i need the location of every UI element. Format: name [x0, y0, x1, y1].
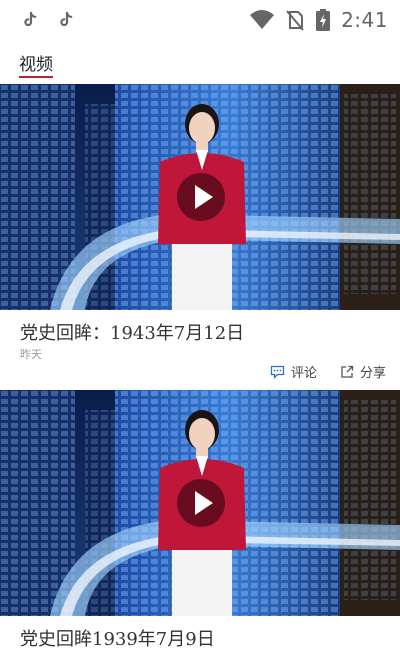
video-title[interactable]: 党史回眸1939年7月9日 — [20, 625, 215, 651]
tiktok-icon — [24, 11, 37, 27]
wifi-icon — [250, 10, 275, 29]
play-icon[interactable] — [176, 478, 226, 528]
tab-videos[interactable]: 视频 — [19, 50, 53, 75]
share-button[interactable]: 分享 — [340, 362, 386, 381]
battery-charging-icon — [316, 9, 331, 31]
no-sim-icon — [286, 10, 304, 31]
play-icon[interactable] — [176, 172, 226, 222]
video-thumbnail[interactable] — [0, 84, 400, 310]
video-thumbnail[interactable] — [0, 390, 400, 616]
comment-label: 评论 — [291, 366, 318, 381]
comment-icon — [270, 365, 285, 379]
tiktok-icon — [60, 11, 73, 27]
share-label: 分享 — [360, 366, 387, 381]
clock: 2:41 — [341, 8, 388, 32]
share-icon — [341, 365, 354, 378]
status-bar: 2:41 — [0, 0, 400, 42]
tab-indicator — [19, 76, 53, 78]
video-date: 昨天 — [20, 348, 42, 361]
video-title[interactable]: 党史回眸：1943年7月12日 — [20, 319, 244, 345]
comment-button[interactable]: 评论 — [270, 362, 317, 381]
